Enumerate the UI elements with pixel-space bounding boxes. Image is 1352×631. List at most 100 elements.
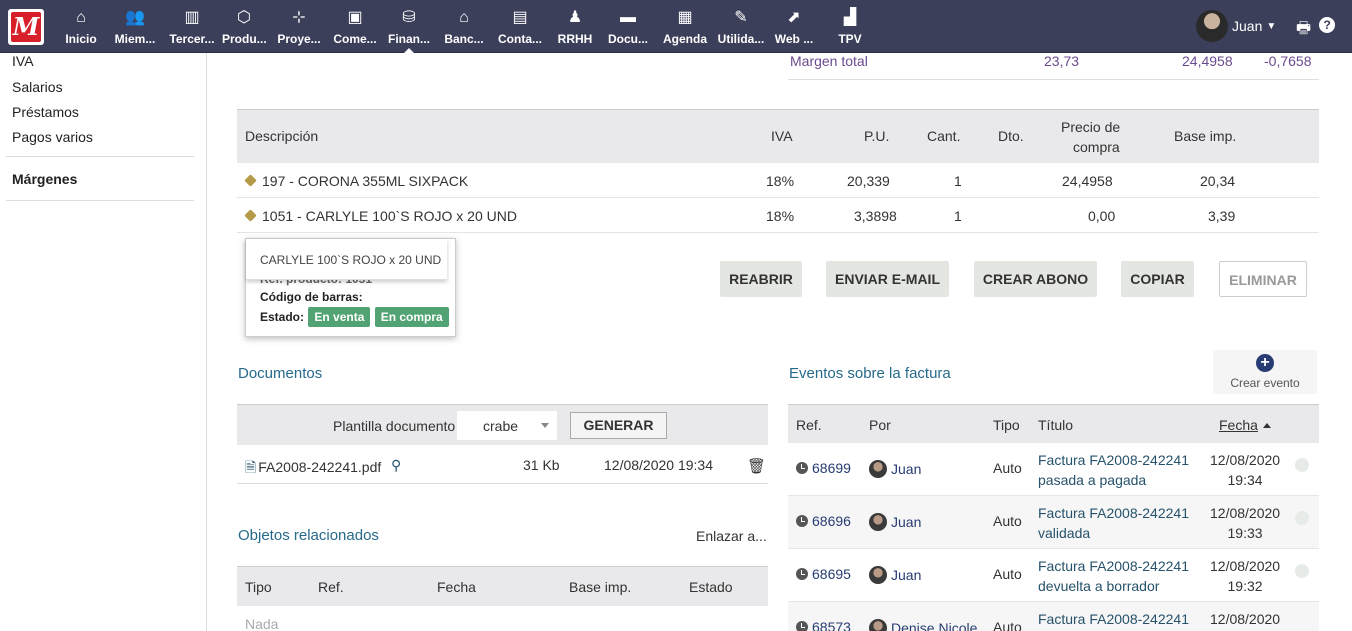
event-date-day: 12/08/2020 [1210, 505, 1281, 521]
sitemap-icon: ⊹ [292, 9, 306, 26]
event-user[interactable]: Juan [869, 460, 921, 478]
app-logo[interactable]: M [8, 9, 44, 45]
col-ref[interactable]: Ref. [796, 417, 822, 433]
event-user-name: Denise Nicole [891, 620, 978, 631]
event-ref-text: 68699 [812, 460, 851, 476]
reopen-button[interactable]: REABRIR [720, 261, 802, 297]
col-date-sorted[interactable]: Fecha [1219, 417, 1271, 433]
event-date-day: 12/08/2020 [1210, 611, 1281, 627]
document-generate-bar: Plantilla documento crabe GENERAR [237, 404, 768, 445]
invoice-line-row[interactable]: 197 - CORONA 355ML SIXPACK 18% 20,339 1 … [237, 163, 1319, 198]
event-title[interactable]: Factura FA2008-242241 [1038, 609, 1189, 629]
menu-item-projects[interactable]: ⊹ Proye... [276, 0, 322, 53]
event-ref[interactable]: 68695 [796, 566, 851, 582]
file-name: FA2008-242241.pdf [258, 459, 382, 475]
menu-item-products[interactable]: ⬡ Produ... [222, 0, 267, 53]
menu-item-members[interactable]: 👥 Miem... [112, 0, 158, 53]
file-date: 12/08/2020 19:34 [604, 457, 713, 473]
col-ref: Ref. [318, 579, 344, 595]
copy-button[interactable]: COPIAR [1121, 261, 1194, 297]
tooltip-status: Estado: En venta En compra [260, 307, 449, 327]
create-event-label: Crear evento [1230, 376, 1300, 390]
menu-item-third-parties[interactable]: ▥ Tercer... [168, 0, 216, 53]
event-title-line2: pasada a pagada [1038, 472, 1147, 488]
home-icon: ⌂ [76, 9, 86, 26]
file-size: 31 Kb [523, 457, 560, 473]
event-ref[interactable]: 68573 [796, 619, 851, 631]
status-badge-on-sale: En venta [308, 307, 371, 327]
user-menu[interactable]: Juan ▼ [1196, 10, 1276, 42]
event-date: 12/08/2020 19:33 [1210, 503, 1280, 543]
margin-sale-value: 23,73 [1044, 53, 1080, 69]
event-ref[interactable]: 68699 [796, 460, 851, 476]
col-type[interactable]: Tipo [993, 417, 1020, 433]
print-icon[interactable]: 🖶 [1296, 17, 1311, 44]
menu-item-pos[interactable]: ▟ TPV [834, 0, 866, 53]
col-status: Estado [689, 579, 733, 595]
event-user[interactable]: Denise Nicole [869, 619, 977, 631]
template-label: Plantilla documento [333, 418, 456, 434]
sidebar-item-pagos-varios[interactable]: Pagos varios [12, 129, 93, 145]
sidebar-item-salarios[interactable]: Salarios [12, 79, 63, 95]
product-icon [244, 174, 257, 187]
invoice-line-row[interactable]: 1051 - CARLYLE 100`S ROJO x 20 UND 18% 3… [237, 198, 1319, 233]
clock-icon [796, 462, 808, 474]
sidebar-item-iva[interactable]: IVA [12, 53, 34, 69]
event-row[interactable]: 68696 Juan Auto Factura FA2008-242241 val… [788, 496, 1319, 549]
trash-icon[interactable]: 🗑 [747, 457, 766, 475]
line-iva: 18% [766, 208, 795, 224]
create-event-button[interactable]: + Crear evento [1213, 350, 1317, 394]
col-buy-price-2: compra [1073, 139, 1120, 155]
col-unit-price: P.U. [864, 128, 890, 144]
status-badge-on-purchase: En compra [374, 307, 449, 327]
line-description[interactable]: 1051 - CARLYLE 100`S ROJO x 20 UND [244, 208, 517, 224]
line-qty: 1 [954, 208, 962, 224]
sidebar-item-margenes[interactable]: Márgenes [12, 171, 77, 187]
help-icon[interactable]: ? [1319, 17, 1336, 33]
briefcase-icon: ▣ [347, 9, 363, 26]
menu-item-website[interactable]: ⬈ Web ... [772, 0, 816, 53]
delete-button[interactable]: ELIMINAR [1219, 261, 1307, 297]
col-by[interactable]: Por [869, 417, 891, 433]
menu-item-utilities[interactable]: ✎ Utilida... [716, 0, 766, 53]
event-date-time: 19:33 [1227, 525, 1263, 541]
col-title[interactable]: Título [1038, 417, 1073, 433]
line-description[interactable]: 197 - CORONA 355ML SIXPACK [244, 173, 468, 189]
menu-item-finance[interactable]: ⛁ Finan... [386, 0, 432, 53]
event-title[interactable]: Factura FA2008-242241 validada [1038, 503, 1189, 543]
event-type: Auto [993, 513, 1022, 529]
calendar-icon: ▦ [677, 9, 693, 26]
sidebar-divider [6, 200, 194, 201]
create-credit-note-button[interactable]: CREAR ABONO [974, 261, 1097, 297]
event-title[interactable]: Factura FA2008-242241 pasada a pagada [1038, 450, 1189, 490]
col-description: Descripción [245, 128, 319, 144]
event-user[interactable]: Juan [869, 513, 921, 531]
event-ref[interactable]: 68696 [796, 513, 851, 529]
menu-item-hr[interactable]: ♟ RRHH [556, 0, 594, 53]
generate-button[interactable]: GENERAR [570, 412, 667, 439]
send-email-button[interactable]: ENVIAR E-MAIL [826, 261, 949, 297]
event-title-line1: Factura FA2008-242241 [1038, 558, 1189, 574]
menu-item-inicio[interactable]: ⌂ Inicio [60, 0, 102, 53]
pdf-file-link[interactable]: 🗎 FA2008-242241.pdf [245, 457, 381, 481]
event-title[interactable]: Factura FA2008-242241 devuelta a borrador [1038, 556, 1189, 596]
menu-item-accounting[interactable]: ▤ Conta... [496, 0, 544, 53]
event-status-dot [1295, 458, 1309, 472]
sidebar-item-prestamos[interactable]: Préstamos [12, 104, 79, 120]
menu-item-commerce[interactable]: ▣ Come... [332, 0, 378, 53]
event-user[interactable]: Juan [869, 566, 921, 584]
zoom-preview-icon[interactable]: ⚲ [391, 457, 401, 474]
invoice-lines-header: Descripción IVA P.U. Cant. Dto. Precio d… [237, 109, 1319, 163]
col-type: Tipo [245, 579, 272, 595]
clock-icon [796, 515, 808, 527]
event-row[interactable]: 68699 Juan Auto Factura FA2008-242241 pas… [788, 443, 1319, 496]
user-avatar [869, 619, 887, 631]
link-to-button[interactable]: Enlazar a... [696, 528, 767, 544]
template-select[interactable]: crabe [457, 411, 557, 440]
event-row[interactable]: 68695 Juan Auto Factura FA2008-242241 dev… [788, 549, 1319, 602]
menu-item-agenda[interactable]: ▦ Agenda [662, 0, 708, 53]
event-row[interactable]: 68573 Denise Nicole Auto Factura FA2008-… [788, 602, 1319, 631]
menu-item-banks[interactable]: ⌂ Banc... [442, 0, 486, 53]
menu-item-documents[interactable]: ▬ Docu... [606, 0, 650, 53]
col-tax-base: Base imp. [1174, 128, 1237, 144]
